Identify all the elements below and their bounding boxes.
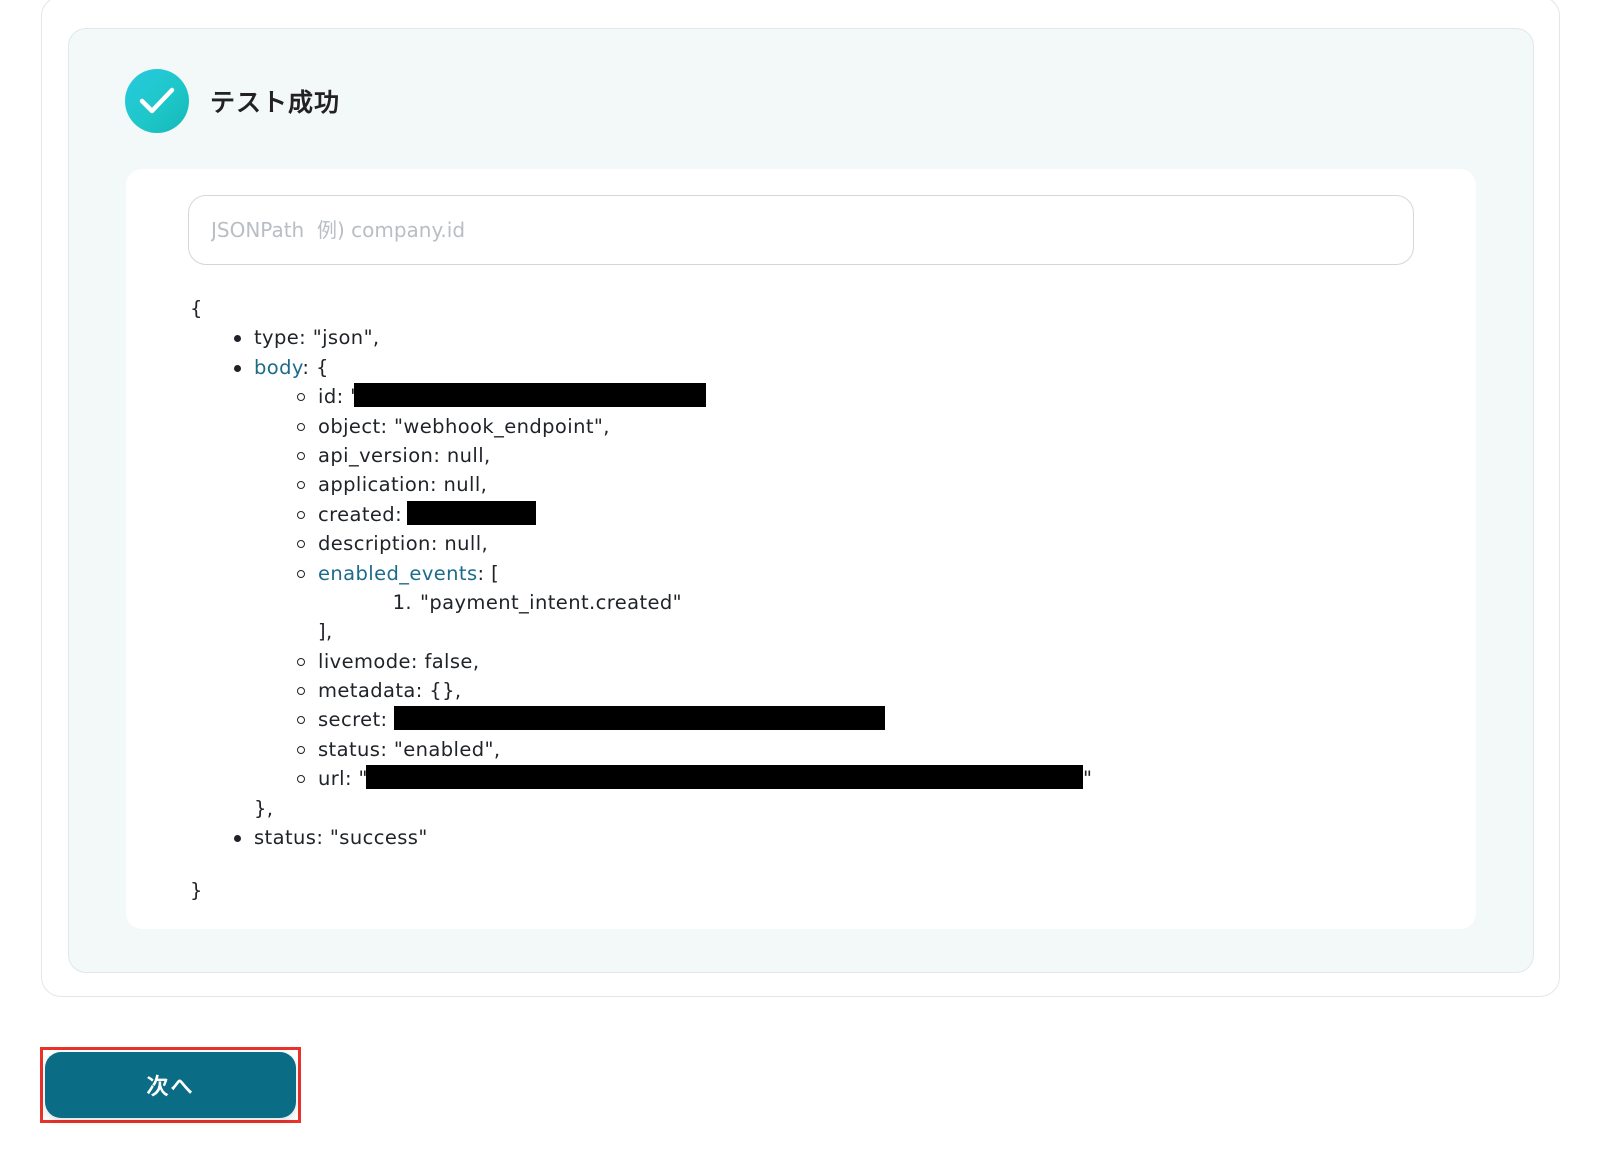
jsonpath-input[interactable] bbox=[188, 195, 1414, 265]
check-icon-glyph bbox=[139, 87, 175, 114]
json-field-livemode: livemode: false, bbox=[190, 647, 1390, 676]
json-field-status: status: "enabled", bbox=[190, 735, 1390, 764]
json-field-description: description: null, bbox=[190, 529, 1390, 558]
redacted-url bbox=[365, 765, 1083, 790]
json-field-status-top: status: "success" bbox=[190, 823, 1390, 852]
json-field-application: application: null, bbox=[190, 470, 1390, 499]
json-field-enabled-events: enabled_events: [ bbox=[190, 559, 1390, 588]
redacted-id bbox=[353, 383, 706, 408]
json-spacer bbox=[190, 852, 1390, 876]
json-output-card: { type: "json", body: { id: " object: "w… bbox=[126, 169, 1476, 929]
json-close-brace: } bbox=[190, 879, 203, 903]
next-button-highlight: 次へ bbox=[40, 1047, 301, 1123]
json-field-url: url: " " bbox=[190, 764, 1390, 793]
json-field-created: created: bbox=[190, 500, 1390, 529]
redacted-created bbox=[406, 500, 536, 525]
enabled-events-key-link[interactable]: enabled_events bbox=[318, 562, 478, 585]
body-key-link[interactable]: body bbox=[254, 356, 302, 379]
json-body-close: }, bbox=[254, 796, 274, 820]
redacted-secret bbox=[394, 706, 886, 731]
json-field-type: type: "json", bbox=[190, 323, 1390, 352]
json-open-brace: { bbox=[190, 297, 203, 320]
json-field-secret: secret: bbox=[190, 705, 1390, 734]
status-header: テスト成功 bbox=[125, 69, 340, 133]
status-title: テスト成功 bbox=[210, 88, 341, 117]
json-tree: { type: "json", body: { id: " object: "w… bbox=[190, 294, 1390, 906]
json-field-body: body: { bbox=[190, 353, 1390, 382]
next-button[interactable]: 次へ bbox=[45, 1052, 296, 1118]
json-field-object: object: "webhook_endpoint", bbox=[190, 412, 1390, 441]
json-field-api-version: api_version: null, bbox=[190, 441, 1390, 470]
check-icon bbox=[125, 69, 189, 133]
enabled-events-close: ], bbox=[318, 620, 333, 644]
json-field-metadata: metadata: {}, bbox=[190, 676, 1390, 705]
enabled-events-item: 1. "payment_intent.created" bbox=[392, 590, 683, 614]
json-field-id: id: " bbox=[190, 382, 1390, 411]
